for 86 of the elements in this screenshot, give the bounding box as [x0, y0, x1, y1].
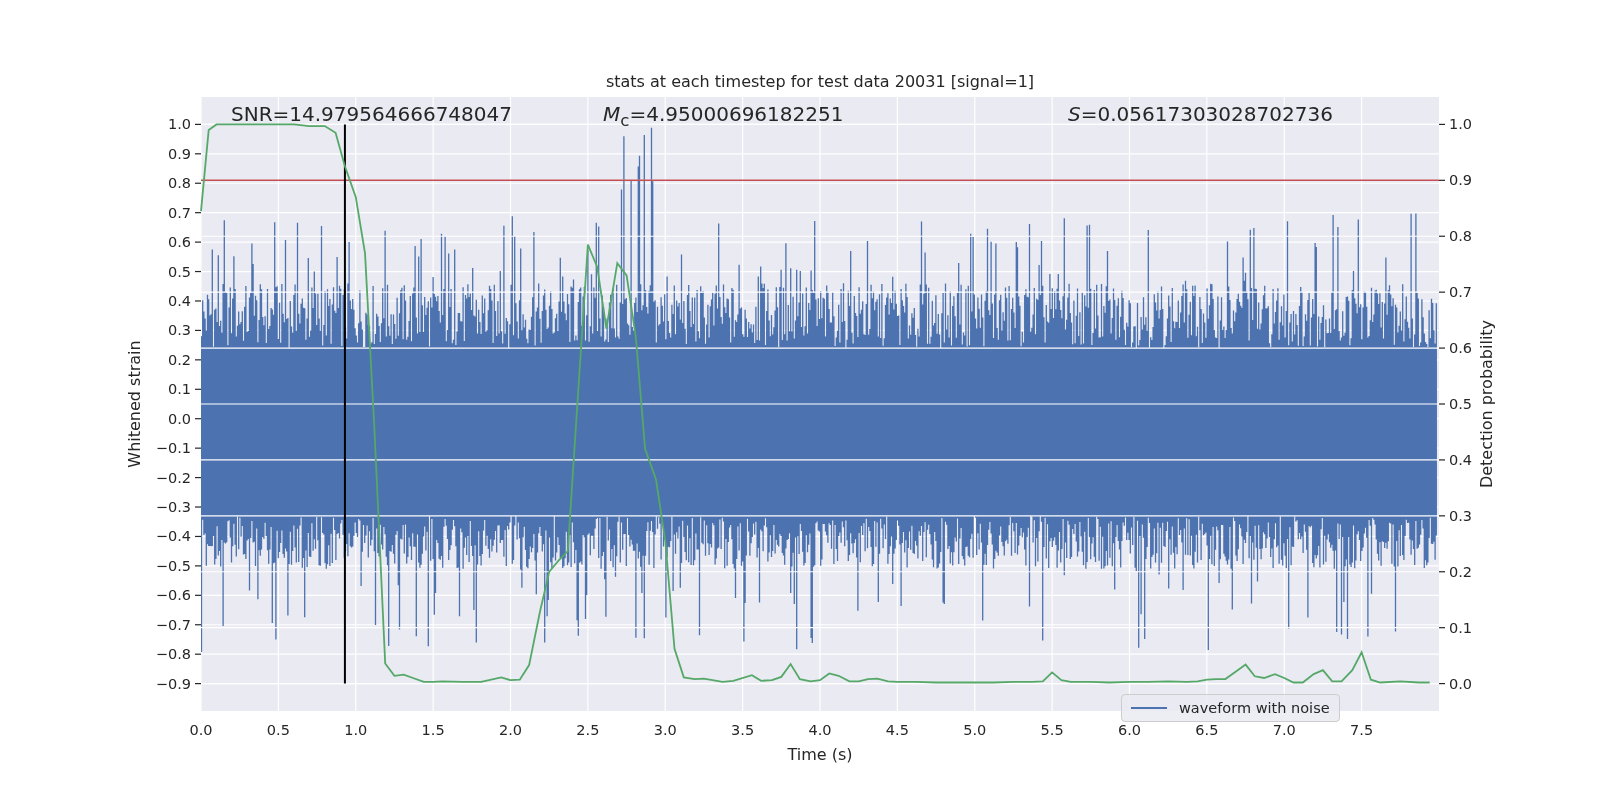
tick-mark	[194, 565, 202, 567]
tick-mark	[194, 212, 202, 214]
tick-mark	[194, 535, 202, 538]
tick-label: 0.9	[1449, 172, 1473, 189]
tick-mark	[194, 653, 202, 655]
tick-label: 0.5	[1449, 396, 1473, 412]
tick-mark	[1438, 571, 1446, 573]
tick-label: 0.1	[167, 381, 191, 398]
axis-label: Detection probability	[1477, 319, 1496, 489]
tick-mark	[1438, 235, 1446, 237]
tick-mark	[194, 241, 202, 243]
tick-label: 1.5	[421, 722, 445, 738]
tick-label: 4.0	[808, 722, 832, 738]
tick-label: 1.0	[1449, 116, 1473, 133]
legend-label: waveform with noise	[1179, 700, 1330, 716]
tick-mark	[1438, 403, 1446, 405]
chart-title: stats at each timestep for test data 20031 [signal=1]	[605, 72, 1035, 91]
tick-label: 2.0	[498, 722, 523, 738]
tick-label: −0.9	[155, 675, 191, 692]
tick-mark	[1438, 515, 1446, 517]
tick-mark	[1438, 627, 1446, 629]
tick-label: 0.7	[1449, 284, 1473, 301]
tick-mark	[1438, 291, 1446, 293]
tick-mark	[194, 153, 202, 155]
tick-label: 5.0	[963, 722, 987, 738]
tick-label: 3.0	[653, 722, 677, 738]
tick-label: 1.0	[167, 116, 191, 133]
tick-mark	[194, 477, 202, 479]
axis-label: Time (s)	[787, 745, 853, 764]
tick-mark	[194, 594, 202, 596]
tick-mark	[194, 447, 202, 449]
tick-mark	[194, 329, 202, 331]
tick-mark	[1438, 459, 1446, 461]
tick-label: 0.8	[167, 175, 191, 192]
tick-label: −0.8	[155, 646, 191, 663]
axis-label: Whitened strain	[125, 340, 144, 468]
tick-label: 0.6	[1449, 340, 1473, 357]
tick-mark	[194, 683, 202, 685]
tick-label: 0.6	[167, 234, 191, 251]
tick-label: 0.3	[167, 322, 191, 339]
tick-label: −0.2	[155, 469, 191, 486]
tick-mark	[194, 123, 202, 125]
tick-label: −0.5	[155, 557, 191, 574]
tick-label: 0.2	[167, 351, 191, 368]
tick-mark	[1438, 683, 1446, 685]
stat-text: SNR=14.979564666748047	[231, 102, 512, 126]
tick-mark	[194, 182, 202, 184]
tick-label: −0.4	[155, 528, 191, 545]
tick-mark	[1438, 347, 1446, 349]
tick-mark	[194, 359, 202, 361]
tick-label: 0.0	[189, 722, 213, 738]
tick-label: 7.5	[1350, 722, 1374, 738]
tick-label: 0.9	[167, 145, 191, 162]
tick-label: 3.5	[731, 722, 755, 738]
tick-mark	[1438, 179, 1446, 181]
tick-mark	[1438, 123, 1446, 125]
tick-label: 0.1	[1449, 619, 1473, 636]
tick-label: 0.2	[1449, 563, 1473, 580]
tick-label: −0.6	[155, 587, 191, 604]
tick-label: 2.5	[576, 722, 600, 738]
tick-label: 7.0	[1272, 722, 1296, 738]
tick-mark	[194, 624, 202, 626]
tick-mark	[194, 506, 202, 508]
tick-label: −0.1	[155, 440, 191, 457]
tick-label: 0.7	[167, 204, 191, 221]
tick-label: 0.8	[1449, 228, 1473, 245]
tick-label: 0.4	[167, 293, 191, 309]
tick-label: 1.0	[344, 722, 368, 738]
tick-label: 0.0	[167, 410, 191, 427]
tick-mark	[194, 418, 202, 420]
tick-label: 0.5	[167, 263, 191, 280]
tick-label: 0.0	[1449, 675, 1473, 692]
tick-label: 6.0	[1117, 722, 1142, 738]
tick-label: 0.4	[1449, 451, 1473, 468]
stat-text: M$_{c}$=4.95000696182251	[603, 102, 844, 132]
tick-mark	[194, 270, 202, 273]
tick-label: 6.5	[1195, 722, 1219, 738]
tick-label: 0.5	[266, 722, 290, 738]
tick-mark	[194, 388, 202, 390]
tick-label: −0.3	[155, 499, 191, 515]
tick-label: 0.3	[1449, 507, 1473, 524]
tick-label: −0.7	[155, 616, 191, 633]
stat-text: S=0.05617303028702736	[1068, 102, 1333, 126]
tick-label: 4.5	[885, 722, 909, 738]
tick-mark	[194, 300, 202, 302]
tick-label: 5.5	[1040, 722, 1064, 738]
